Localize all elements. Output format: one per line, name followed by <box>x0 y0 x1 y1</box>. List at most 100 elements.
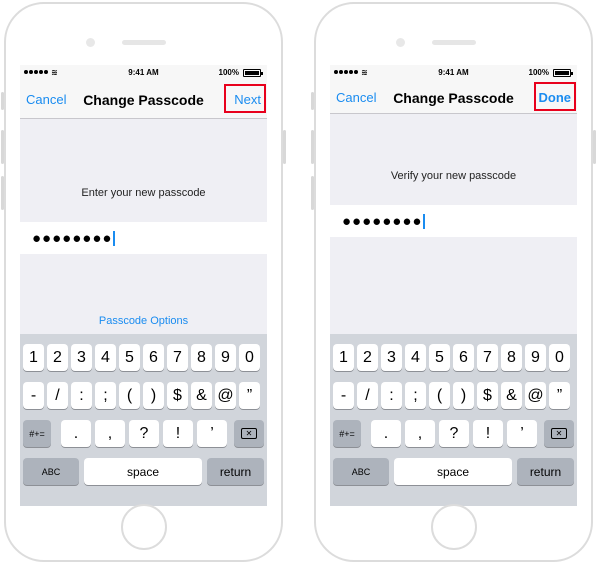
key-slash[interactable]: / <box>357 382 378 409</box>
key-apostrophe[interactable]: ’ <box>507 420 537 447</box>
key-at[interactable]: @ <box>525 382 546 409</box>
numeric-keyboard: 1 2 3 4 5 6 7 8 9 0 - / : ; ( ) $ & @ ” … <box>330 334 577 506</box>
key-dollar[interactable]: $ <box>477 382 498 409</box>
passcode-field[interactable]: ●●●●●●●● <box>20 222 267 254</box>
battery-icon <box>243 69 263 77</box>
key-comma[interactable]: , <box>95 420 125 447</box>
passcode-options-link[interactable]: Passcode Options <box>20 315 267 327</box>
key-dollar[interactable]: $ <box>167 382 188 409</box>
key-8[interactable]: 8 <box>501 344 522 371</box>
key-1[interactable]: 1 <box>333 344 354 371</box>
key-7[interactable]: 7 <box>477 344 498 371</box>
key-3[interactable]: 3 <box>381 344 402 371</box>
key-8[interactable]: 8 <box>191 344 212 371</box>
passcode-dots: ●●●●●●●● <box>32 229 113 247</box>
navigation-bar: Cancel Change Passcode Done <box>330 81 577 114</box>
key-period[interactable]: . <box>371 420 401 447</box>
keyboard-row-bottom: ABC space return <box>330 458 577 486</box>
home-button[interactable] <box>120 504 167 550</box>
volume-up-button <box>311 130 314 164</box>
key-ampersand[interactable]: & <box>501 382 522 409</box>
key-ampersand[interactable]: & <box>191 382 212 409</box>
key-0[interactable]: 0 <box>239 344 260 371</box>
keyboard-row-punctuation: #+= . , ? ! ’ ✕ <box>330 420 577 448</box>
screen: ≋ 9:41 AM 100% Cancel Change Passcode Do… <box>330 65 577 506</box>
keyboard-row-digits: 1 2 3 4 5 6 7 8 9 0 <box>330 344 577 372</box>
key-2[interactable]: 2 <box>47 344 68 371</box>
power-button <box>593 130 596 164</box>
volume-down-button <box>1 176 4 210</box>
key-open-paren[interactable]: ( <box>119 382 140 409</box>
key-exclamation[interactable]: ! <box>163 420 193 447</box>
home-button[interactable] <box>430 504 477 550</box>
key-question[interactable]: ? <box>439 420 469 447</box>
keyboard-row-symbols: - / : ; ( ) $ & @ ” <box>20 382 267 410</box>
front-camera <box>85 38 95 47</box>
key-6[interactable]: 6 <box>453 344 474 371</box>
text-cursor <box>113 230 116 246</box>
key-apostrophe[interactable]: ’ <box>197 420 227 447</box>
key-2[interactable]: 2 <box>357 344 378 371</box>
key-semicolon[interactable]: ; <box>405 382 426 409</box>
key-9[interactable]: 9 <box>215 344 236 371</box>
key-slash[interactable]: / <box>47 382 68 409</box>
key-dash[interactable]: - <box>23 382 44 409</box>
key-return[interactable]: return <box>207 458 264 485</box>
passcode-field[interactable]: ●●●●●●●● <box>330 205 577 237</box>
key-close-paren[interactable]: ) <box>143 382 164 409</box>
key-return[interactable]: return <box>517 458 574 485</box>
battery-percentage: 100% <box>528 68 549 77</box>
backspace-icon: ✕ <box>551 428 567 439</box>
navigation-bar: Cancel Change Passcode Next <box>20 81 267 119</box>
key-4[interactable]: 4 <box>95 344 116 371</box>
key-3[interactable]: 3 <box>71 344 92 371</box>
volume-up-button <box>1 130 4 164</box>
keyboard-row-digits: 1 2 3 4 5 6 7 8 9 0 <box>20 344 267 372</box>
key-space[interactable]: space <box>84 458 202 485</box>
key-at[interactable]: @ <box>215 382 236 409</box>
battery-icon <box>553 69 573 77</box>
key-7[interactable]: 7 <box>167 344 188 371</box>
key-colon[interactable]: : <box>71 382 92 409</box>
key-question[interactable]: ? <box>129 420 159 447</box>
text-cursor <box>423 213 426 229</box>
key-symbols-mode[interactable]: #+= <box>333 420 361 447</box>
key-0[interactable]: 0 <box>549 344 570 371</box>
status-bar: ≋ 9:41 AM 100% <box>330 65 577 81</box>
backspace-icon: ✕ <box>241 428 257 439</box>
earpiece-speaker <box>121 40 166 45</box>
key-1[interactable]: 1 <box>23 344 44 371</box>
key-9[interactable]: 9 <box>525 344 546 371</box>
key-5[interactable]: 5 <box>429 344 450 371</box>
key-close-paren[interactable]: ) <box>453 382 474 409</box>
key-quote[interactable]: ” <box>239 382 260 409</box>
key-semicolon[interactable]: ; <box>95 382 116 409</box>
numeric-keyboard: 1 2 3 4 5 6 7 8 9 0 - / : ; ( ) $ & @ ” … <box>20 334 267 506</box>
key-comma[interactable]: , <box>405 420 435 447</box>
key-symbols-mode[interactable]: #+= <box>23 420 51 447</box>
screen: ≋ 9:41 AM 100% Cancel Change Passcode Ne… <box>20 65 267 506</box>
mute-switch <box>311 92 314 110</box>
key-abc[interactable]: ABC <box>23 458 79 485</box>
key-dash[interactable]: - <box>333 382 354 409</box>
key-abc[interactable]: ABC <box>333 458 389 485</box>
key-open-paren[interactable]: ( <box>429 382 450 409</box>
power-button <box>283 130 286 164</box>
key-4[interactable]: 4 <box>405 344 426 371</box>
key-colon[interactable]: : <box>381 382 402 409</box>
key-6[interactable]: 6 <box>143 344 164 371</box>
phone-frame-left: ≋ 9:41 AM 100% Cancel Change Passcode Ne… <box>1 2 286 562</box>
key-delete[interactable]: ✕ <box>544 420 574 447</box>
key-period[interactable]: . <box>61 420 91 447</box>
key-quote[interactable]: ” <box>549 382 570 409</box>
keyboard-row-punctuation: #+= . , ? ! ’ ✕ <box>20 420 267 448</box>
passcode-prompt: Verify your new passcode <box>390 170 517 182</box>
keyboard-row-bottom: ABC space return <box>20 458 267 486</box>
highlight-box <box>224 84 266 113</box>
mute-switch <box>1 92 4 110</box>
key-exclamation[interactable]: ! <box>473 420 503 447</box>
key-space[interactable]: space <box>394 458 512 485</box>
key-delete[interactable]: ✕ <box>234 420 264 447</box>
battery-percentage: 100% <box>218 68 239 77</box>
key-5[interactable]: 5 <box>119 344 140 371</box>
